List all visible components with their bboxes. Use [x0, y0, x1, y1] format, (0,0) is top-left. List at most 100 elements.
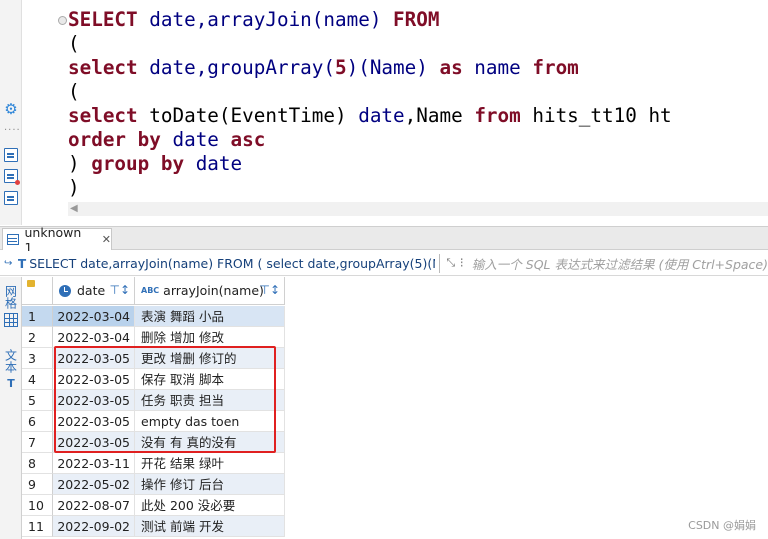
tab-grid-view[interactable]: 网格: [2, 285, 20, 327]
expand-icon[interactable]: ⤡: [444, 256, 458, 270]
date-cell[interactable]: 2022-05-02: [53, 474, 135, 495]
code-token: select: [68, 56, 138, 79]
array-join-cell[interactable]: 操作 修订 后台: [135, 474, 285, 495]
code-token: date,arrayJoin(name): [137, 8, 394, 31]
row-number[interactable]: 6: [22, 411, 53, 432]
gear-icon[interactable]: ⚙: [4, 102, 18, 117]
array-join-cell[interactable]: 任务 职责 担当: [135, 390, 285, 411]
code-token: from: [532, 56, 579, 79]
date-cell[interactable]: 2022-03-05: [53, 369, 135, 390]
date-cell[interactable]: 2022-03-05: [53, 411, 135, 432]
grid-icon: [4, 313, 18, 327]
array-join-cell[interactable]: 开花 结果 绿叶: [135, 453, 285, 474]
grid-corner[interactable]: [22, 277, 53, 305]
date-cell[interactable]: 2022-03-05: [53, 390, 135, 411]
code-line[interactable]: ): [68, 176, 672, 200]
date-cell[interactable]: 2022-03-05: [53, 348, 135, 369]
array-join-cell[interactable]: 此处 200 没必要: [135, 495, 285, 516]
code-token: select: [68, 104, 138, 127]
array-join-cell[interactable]: 没有 有 真的没有: [135, 432, 285, 453]
text-type-icon: T: [17, 255, 27, 271]
row-number[interactable]: 11: [22, 516, 53, 537]
sql-editor[interactable]: SELECT date,arrayJoin(name) FROM(select …: [22, 0, 768, 225]
sql-code[interactable]: SELECT date,arrayJoin(name) FROM(select …: [68, 8, 672, 200]
code-line[interactable]: ) group by date: [68, 152, 672, 176]
code-token: group: [91, 152, 150, 175]
code-token: order: [68, 128, 127, 151]
table-row[interactable]: 3 2022-03-05 更改 增删 修订的: [22, 348, 285, 369]
result-grid: date ⊤↕ ABC arrayJoin(name) ⊤↕ 1 2022-03-…: [22, 277, 768, 539]
variables-icon[interactable]: [4, 191, 18, 205]
code-token: date: [358, 104, 405, 127]
code-token: FROM: [393, 8, 440, 31]
result-tab-strip: unknown 1 ✕: [0, 225, 768, 255]
filter-input[interactable]: 输入一个 SQL 表达式来过滤结果 (使用 Ctrl+Space): [472, 254, 768, 273]
tab-text-view[interactable]: 文本 T: [2, 349, 20, 390]
code-token: ): [68, 152, 92, 175]
code-line[interactable]: (: [68, 32, 672, 56]
sort-filter-icon[interactable]: ⊤↕: [259, 283, 280, 297]
table-row[interactable]: 2 2022-03-04 删除 增加 修改: [22, 327, 285, 348]
column-name: arrayJoin(name): [163, 283, 264, 298]
code-line[interactable]: (: [68, 80, 672, 104]
sort-filter-icon[interactable]: ⊤↕: [109, 283, 130, 297]
clock-icon: [59, 284, 71, 297]
date-cell[interactable]: 2022-03-05: [53, 432, 135, 453]
code-line[interactable]: SELECT date,arrayJoin(name) FROM: [68, 8, 672, 32]
row-number[interactable]: 9: [22, 474, 53, 495]
row-number[interactable]: 3: [22, 348, 53, 369]
array-join-cell[interactable]: 保存 取消 脚本: [135, 369, 285, 390]
column-header-arrayjoin[interactable]: ABC arrayJoin(name) ⊤↕: [135, 277, 285, 305]
code-token: toDate(EventTime): [137, 104, 359, 127]
date-cell[interactable]: 2022-08-07: [53, 495, 135, 516]
lock-icon: [27, 280, 35, 287]
code-token: SELECT: [68, 8, 138, 31]
code-line[interactable]: order by date asc: [68, 128, 672, 152]
table-row[interactable]: 9 2022-05-02 操作 修订 后台: [22, 474, 285, 495]
execute-script-icon[interactable]: [4, 148, 18, 162]
code-token: ,Name: [404, 104, 475, 127]
table-row[interactable]: 11 2022-09-02 测试 前端 开发: [22, 516, 285, 537]
more-dots-icon[interactable]: ....: [4, 123, 20, 138]
code-line[interactable]: select date,groupArray(5)(Name) as name …: [68, 56, 672, 80]
array-join-cell[interactable]: 表演 舞蹈 小品: [135, 306, 285, 327]
date-cell[interactable]: 2022-03-04: [53, 306, 135, 327]
table-row[interactable]: 7 2022-03-05 没有 有 真的没有: [22, 432, 285, 453]
abc-icon: ABC: [141, 286, 160, 295]
column-header-date[interactable]: date ⊤↕: [53, 277, 135, 305]
row-number[interactable]: 8: [22, 453, 53, 474]
table-row[interactable]: 8 2022-03-11 开花 结果 绿叶: [22, 453, 285, 474]
array-join-cell[interactable]: 更改 增删 修订的: [135, 348, 285, 369]
script-error-icon[interactable]: [4, 169, 20, 185]
table-row[interactable]: 1 2022-03-04 表演 舞蹈 小品: [22, 306, 285, 327]
array-join-cell[interactable]: empty das toen: [135, 411, 285, 432]
query-preview[interactable]: T SELECT date,arrayJoin(name) FROM ( sele…: [18, 256, 435, 271]
row-number[interactable]: 7: [22, 432, 53, 453]
array-join-cell[interactable]: 删除 增加 修改: [135, 327, 285, 348]
table-row[interactable]: 5 2022-03-05 任务 职责 担当: [22, 390, 285, 411]
row-number[interactable]: 5: [22, 390, 53, 411]
row-number[interactable]: 1: [22, 306, 53, 327]
date-cell[interactable]: 2022-09-02: [53, 516, 135, 537]
close-icon[interactable]: ✕: [102, 233, 111, 246]
tab-unknown-1[interactable]: unknown 1 ✕: [2, 225, 112, 255]
scroll-left-icon[interactable]: ◀: [70, 202, 78, 216]
fold-icon[interactable]: [58, 16, 67, 25]
table-row[interactable]: 6 2022-03-05 empty das toen: [22, 411, 285, 432]
array-join-cell[interactable]: 测试 前端 开发: [135, 516, 285, 537]
table-row[interactable]: 10 2022-08-07 此处 200 没必要: [22, 495, 285, 516]
row-number[interactable]: 10: [22, 495, 53, 516]
filter-menu-icon[interactable]: ⁝: [460, 256, 464, 271]
code-token: (: [68, 80, 80, 103]
code-token: by: [137, 128, 161, 151]
date-cell[interactable]: 2022-03-04: [53, 327, 135, 348]
table-row[interactable]: 4 2022-03-05 保存 取消 脚本: [22, 369, 285, 390]
code-token: name: [462, 56, 533, 79]
row-number[interactable]: 4: [22, 369, 53, 390]
date-cell[interactable]: 2022-03-11: [53, 453, 135, 474]
row-number[interactable]: 2: [22, 327, 53, 348]
horizontal-scrollbar[interactable]: ◀: [68, 202, 768, 216]
code-line[interactable]: select toDate(EventTime) date,Name from …: [68, 104, 672, 128]
